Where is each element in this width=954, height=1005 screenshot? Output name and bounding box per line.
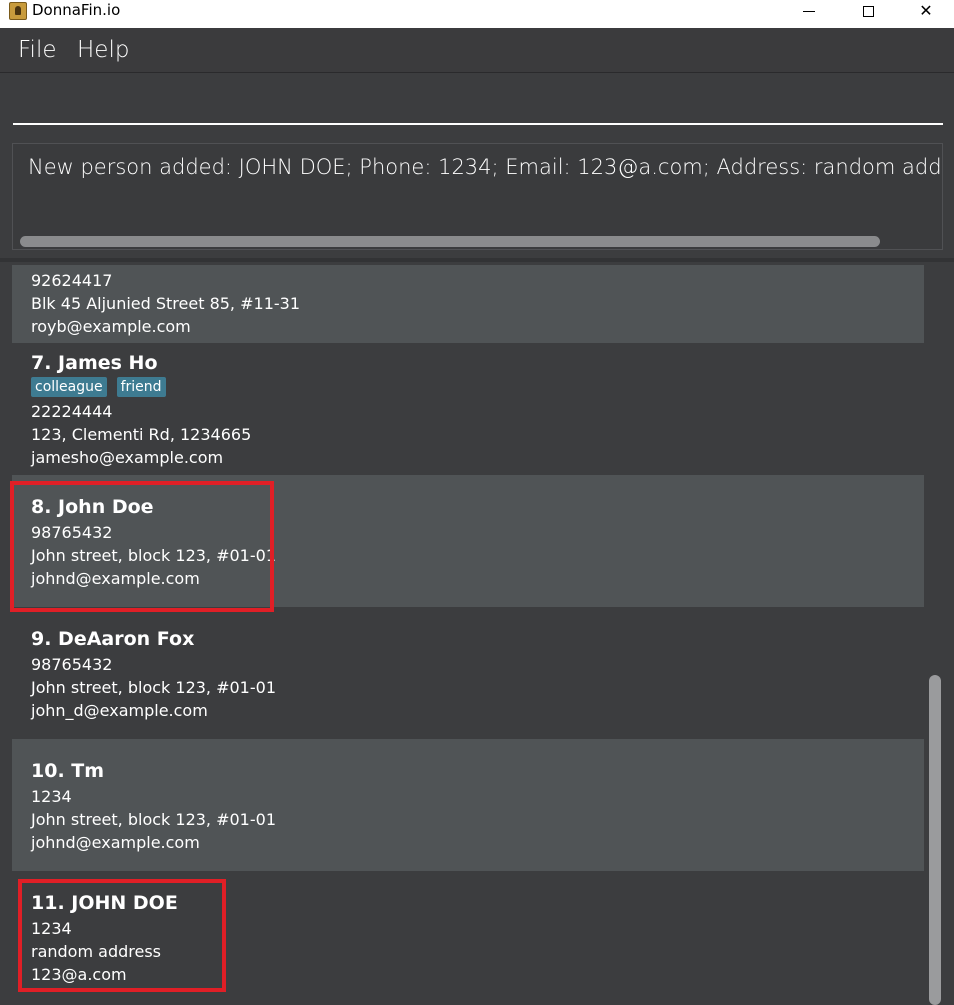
person-phone: 1234 xyxy=(31,787,72,806)
menu-bar: File Help xyxy=(0,28,954,73)
result-message: New person added: JOHN DOE; Phone: 1234;… xyxy=(28,155,942,179)
tag-badge: friend xyxy=(116,377,166,397)
person-name: 10. Tm xyxy=(31,760,105,782)
person-name: 7. James Ho xyxy=(31,352,158,374)
title-bar: DonnaFin.io ✕ xyxy=(0,0,954,28)
person-address: John street, block 123, #01-01 xyxy=(31,678,276,697)
person-address: 123, Clementi Rd, 1234665 xyxy=(31,425,252,444)
person-address: John street, block 123, #01-01 xyxy=(31,810,276,829)
person-phone: 92624417 xyxy=(31,271,113,290)
result-horizontal-scrollbar[interactable] xyxy=(20,236,938,248)
person-email: johnd@example.com xyxy=(31,569,200,588)
split-divider[interactable] xyxy=(0,258,954,262)
maximize-button[interactable] xyxy=(845,0,891,22)
minimize-icon xyxy=(803,10,815,12)
person-card[interactable]: 8. John Doe 98765432 John street, block … xyxy=(12,475,924,607)
person-name: 8. John Doe xyxy=(31,496,154,518)
command-area xyxy=(0,73,954,138)
window-title: DonnaFin.io xyxy=(32,1,121,19)
person-card[interactable]: 10. Tm 1234 John street, block 123, #01-… xyxy=(12,739,924,871)
menu-file[interactable]: File xyxy=(18,37,57,63)
person-card[interactable]: 7. James Ho colleague friend 22224444 12… xyxy=(12,343,924,475)
tag-badge: colleague xyxy=(31,377,107,397)
person-phone: 98765432 xyxy=(31,523,113,542)
person-card[interactable]: 9. DeAaron Fox 98765432 John street, blo… xyxy=(12,607,924,739)
person-email: royb@example.com xyxy=(31,317,191,336)
result-display: New person added: JOHN DOE; Phone: 1234;… xyxy=(12,143,943,250)
close-button[interactable]: ✕ xyxy=(903,0,949,22)
person-list: 92624417 Blk 45 Aljunied Street 85, #11-… xyxy=(12,265,924,994)
person-address: Blk 45 Aljunied Street 85, #11-31 xyxy=(31,294,300,313)
person-phone: 22224444 xyxy=(31,402,113,421)
command-input[interactable] xyxy=(13,79,943,125)
person-address: random address xyxy=(31,942,161,961)
person-card[interactable]: 92624417 Blk 45 Aljunied Street 85, #11-… xyxy=(12,265,924,343)
close-icon: ✕ xyxy=(919,3,933,20)
person-email: johnd@example.com xyxy=(31,833,200,852)
person-address: John street, block 123, #01-01 xyxy=(31,546,276,565)
person-name: 9. DeAaron Fox xyxy=(31,628,195,650)
list-scrollbar-thumb[interactable] xyxy=(929,675,941,1005)
person-email: 123@a.com xyxy=(31,965,127,984)
person-tags: colleague friend xyxy=(31,377,166,397)
result-scrollbar-thumb[interactable] xyxy=(20,236,880,247)
person-name: 11. JOHN DOE xyxy=(31,892,178,914)
list-vertical-scrollbar[interactable] xyxy=(926,265,942,1005)
minimize-button[interactable] xyxy=(786,0,832,22)
person-phone: 98765432 xyxy=(31,655,113,674)
maximize-icon xyxy=(862,5,874,17)
person-card[interactable]: 11. JOHN DOE 1234 random address 123@a.c… xyxy=(12,871,924,994)
person-email: john_d@example.com xyxy=(31,701,208,720)
person-email: jamesho@example.com xyxy=(31,448,224,467)
app-icon xyxy=(9,2,27,20)
menu-help[interactable]: Help xyxy=(77,37,129,63)
person-phone: 1234 xyxy=(31,919,72,938)
